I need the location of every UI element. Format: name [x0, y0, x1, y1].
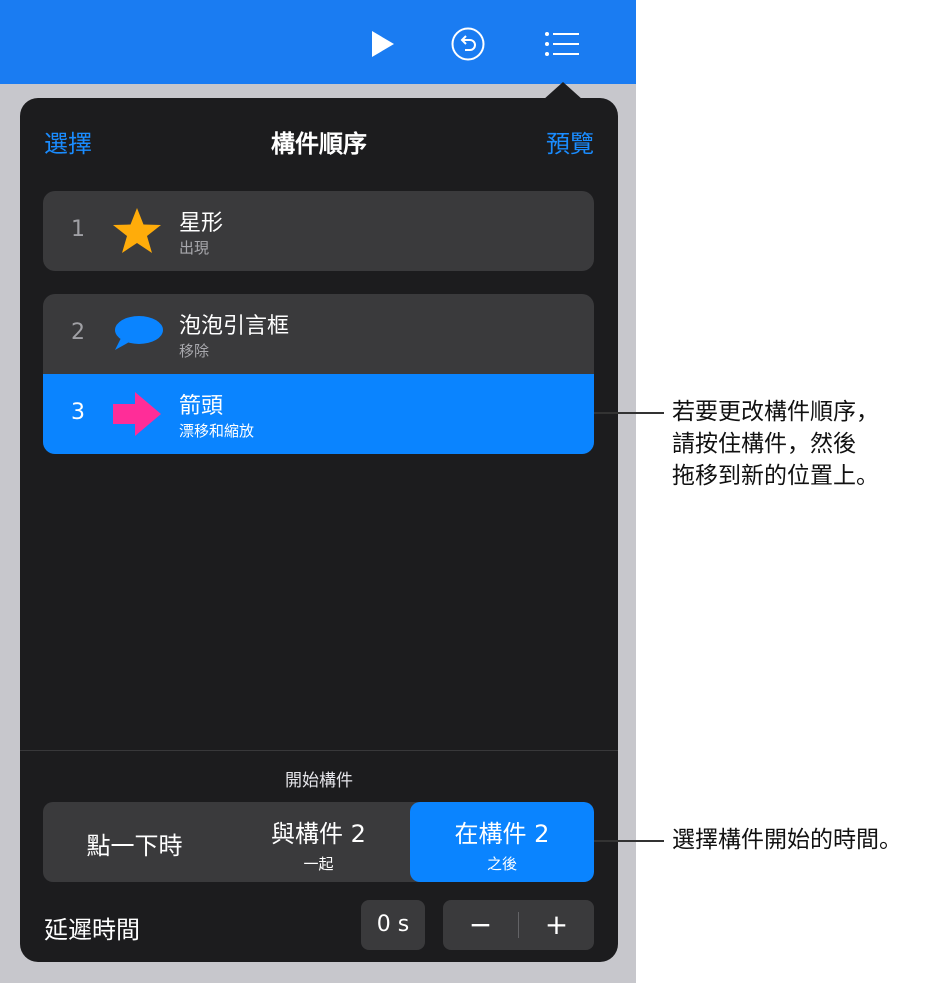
build-group-1: 1 星形 出現	[43, 191, 594, 271]
list-icon	[545, 32, 579, 56]
option-label: 與構件 2	[271, 820, 366, 848]
callout-line-start	[594, 840, 664, 842]
delay-label: 延遲時間	[44, 916, 140, 944]
arrow-right-icon	[113, 392, 161, 436]
ipad-screen: 選擇 構件順序 預覽 1 星形 出現 2 泡泡引言框 移除 3 箭頭 漂移和縮放…	[0, 0, 636, 983]
build-row-3[interactable]: 3 箭頭 漂移和縮放	[43, 374, 594, 454]
build-title: 箭頭	[179, 394, 224, 419]
star-icon	[113, 208, 161, 253]
callout-line-1: 若要更改構件順序，	[672, 399, 879, 425]
callout-line-reorder	[594, 412, 664, 414]
build-number: 2	[71, 320, 85, 345]
play-button[interactable]	[360, 22, 404, 66]
start-option-with-build[interactable]: 與構件 2 一起	[227, 802, 410, 882]
start-segmented-control: 點一下時 與構件 2 一起 在構件 2 之後	[43, 802, 594, 882]
build-effect: 漂移和縮放	[179, 422, 255, 440]
option-sublabel: 之後	[486, 855, 517, 873]
build-order-button[interactable]	[540, 22, 584, 66]
delay-value-field[interactable]: 0 s	[361, 900, 425, 950]
undo-button[interactable]	[446, 22, 490, 66]
build-row-2[interactable]: 2 泡泡引言框 移除	[43, 294, 594, 374]
start-build-label: 開始構件	[285, 771, 353, 791]
play-icon	[372, 31, 394, 57]
build-number: 3	[71, 400, 85, 425]
start-option-on-tap[interactable]: 點一下時	[43, 802, 226, 882]
callout-start: 選擇構件開始的時間。	[672, 827, 902, 853]
build-group-2: 2 泡泡引言框 移除 3 箭頭 漂移和縮放	[43, 294, 594, 454]
build-title: 泡泡引言框	[179, 314, 290, 339]
speech-bubble-icon	[115, 316, 163, 350]
start-option-after-build[interactable]: 在構件 2 之後	[410, 802, 594, 882]
popover-title: 構件順序	[271, 130, 367, 158]
build-number: 1	[71, 217, 85, 242]
increment-button[interactable]: +	[519, 900, 594, 950]
popover-header: 選擇 構件順序 預覽	[20, 98, 618, 182]
undo-icon	[451, 27, 485, 61]
build-row-1[interactable]: 1 星形 出現	[43, 191, 594, 271]
callout-line-2: 請按住構件，然後	[672, 431, 856, 457]
callout-line-3: 拖移到新的位置上。	[672, 463, 879, 489]
build-title: 星形	[179, 211, 224, 236]
preview-button[interactable]: 預覽	[546, 124, 594, 159]
option-label: 點一下時	[86, 832, 183, 860]
build-effect: 移除	[179, 342, 210, 360]
callout-reorder: 若要更改構件順序， 請按住構件，然後 拖移到新的位置上。	[672, 396, 879, 492]
divider	[20, 750, 618, 751]
delay-stepper: − +	[443, 900, 594, 950]
build-order-popover: 選擇 構件順序 預覽 1 星形 出現 2 泡泡引言框 移除 3 箭頭 漂移和縮放…	[20, 98, 618, 962]
decrement-button[interactable]: −	[443, 900, 518, 950]
option-label: 在構件 2	[454, 820, 550, 848]
build-effect: 出現	[179, 239, 210, 257]
option-sublabel: 一起	[303, 855, 334, 873]
toolbar	[0, 0, 636, 84]
